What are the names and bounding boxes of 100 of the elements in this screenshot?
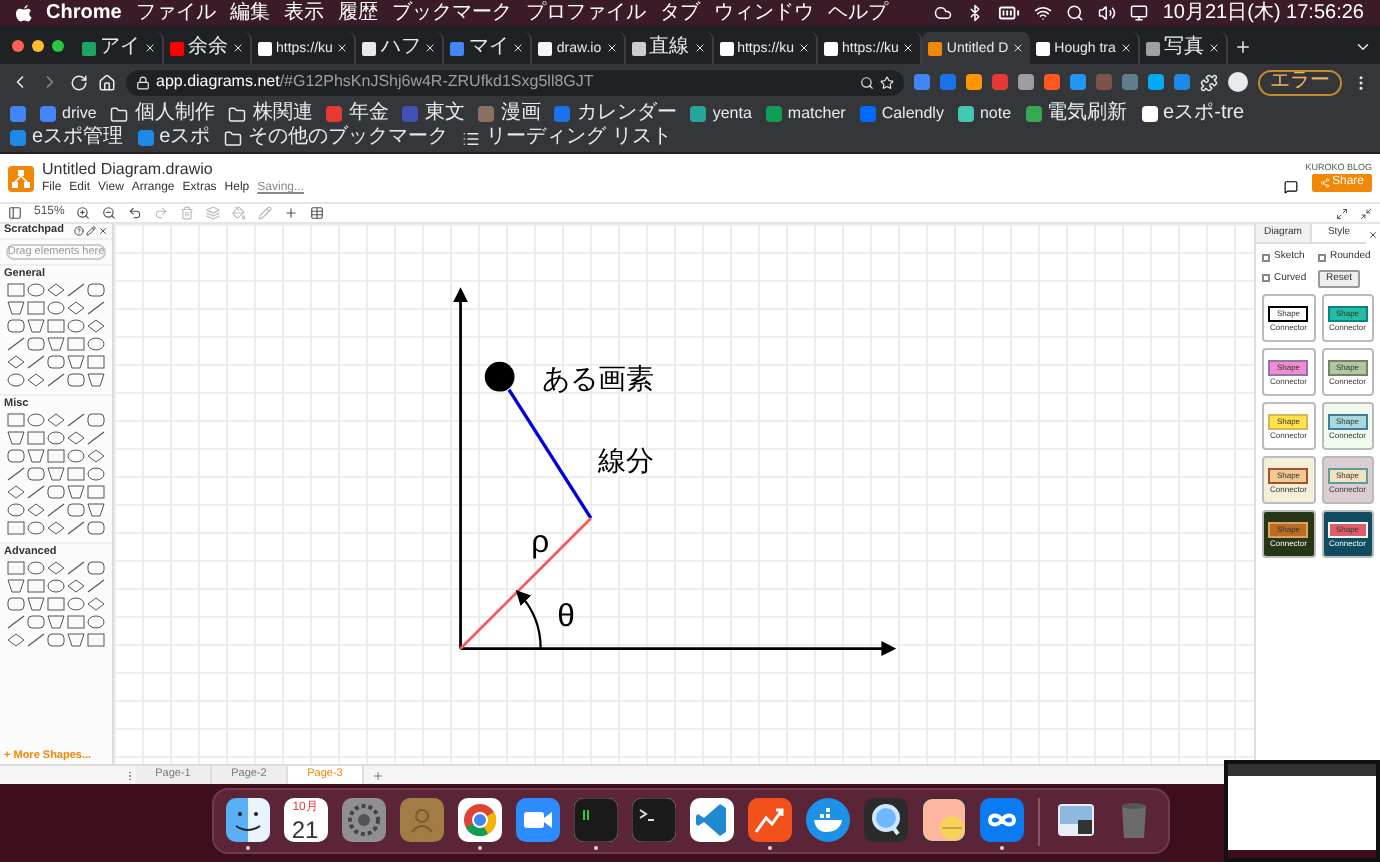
zoom-icon[interactable] [860, 75, 874, 89]
display-icon[interactable] [1130, 4, 1149, 22]
bookmark-item[interactable]: note [957, 102, 1012, 126]
avatar-icon[interactable] [1228, 72, 1248, 92]
zoom-out-icon[interactable] [102, 206, 117, 220]
bookmark-item[interactable]: eスポ-tre [1141, 102, 1245, 126]
magnifier-logo-icon[interactable] [863, 798, 907, 842]
bluetooth-icon[interactable] [966, 4, 985, 22]
rho-label[interactable]: ρ [531, 525, 550, 560]
undo-icon[interactable] [128, 206, 143, 220]
menu-item[interactable]: プロファイル [525, 3, 646, 23]
bookmark-item[interactable]: カレンダー [554, 102, 677, 126]
infinity-icon[interactable] [979, 798, 1023, 842]
tab-search-icon[interactable] [1354, 38, 1372, 56]
app-menu[interactable]: Chrome [46, 3, 122, 23]
screenshot-thumbnail[interactable] [1224, 760, 1380, 862]
zoom-window-button[interactable] [52, 39, 64, 51]
bookmark-item[interactable]: 個人制作 [110, 102, 215, 126]
zoom-in-icon[interactable] [76, 206, 91, 220]
search-icon[interactable] [1066, 4, 1085, 22]
reload-icon[interactable] [70, 73, 88, 91]
drawing-canvas[interactable]: ある画素 線分 ρ θ [114, 224, 1254, 764]
bookmark-item[interactable]: 電気刷新 [1025, 102, 1128, 126]
theta-label[interactable]: θ [557, 600, 575, 635]
checkbox-box[interactable] [1262, 253, 1270, 262]
menu-item[interactable]: 履歴 [337, 3, 378, 23]
comment-icon[interactable] [1283, 179, 1298, 193]
new-tab-icon[interactable] [1233, 38, 1252, 56]
battery-icon[interactable] [998, 2, 1021, 24]
favicon-icon [1036, 41, 1051, 55]
checkbox-box[interactable] [1318, 253, 1326, 262]
diagram-title[interactable]: Untitled Diagram.drawio [42, 162, 304, 178]
menu-item[interactable]: ファイル [135, 3, 216, 23]
profile-error-button[interactable]: エラー [1258, 69, 1342, 95]
menu-item[interactable]: 編集 [229, 3, 270, 23]
pixel-dot[interactable] [484, 361, 515, 392]
angle-arc[interactable] [515, 589, 542, 649]
bookmark-item[interactable]: その他のブックマーク [224, 126, 449, 150]
menu-item[interactable]: 表示 [283, 3, 324, 23]
menu-item[interactable]: タブ [659, 3, 700, 23]
menu-item[interactable]: ヘルプ [827, 3, 888, 23]
bookmark-item[interactable]: eスポ管理 [10, 126, 124, 150]
apple-icon[interactable] [16, 4, 32, 22]
gear-icon[interactable] [341, 798, 385, 842]
video-camera-icon[interactable] [515, 798, 559, 842]
drawio-logo-icon[interactable] [8, 165, 34, 191]
favicon-icon [554, 106, 571, 122]
bookmark-label: 年金 [348, 104, 389, 124]
bookmark-item[interactable]: 年金 [326, 102, 389, 126]
bookmark-item[interactable]: 漫画 [478, 102, 541, 126]
favicon-icon [538, 41, 553, 55]
ring-logo-icon[interactable] [457, 798, 501, 842]
calendar-day: 21 [291, 818, 319, 842]
sidebar-toggle-icon[interactable] [8, 206, 22, 220]
y-axis[interactable] [453, 287, 468, 649]
bookmark-label: matcher [787, 106, 846, 122]
whale-icon[interactable] [805, 798, 849, 842]
extensions-icon[interactable] [1200, 73, 1218, 91]
add-page-icon[interactable] [372, 769, 384, 781]
favicon-icon [258, 41, 272, 55]
bookmark-item[interactable]: Calendly [859, 102, 944, 126]
bookmark-item[interactable]: eスポ [137, 126, 211, 150]
collapse-icon[interactable] [1360, 207, 1372, 219]
face-icon[interactable] [225, 798, 269, 842]
bookmark-star-icon[interactable] [880, 75, 894, 89]
edit-icon[interactable] [86, 226, 96, 236]
terminal-icon[interactable] [573, 798, 617, 842]
bookmark-item[interactable]: matcher [765, 102, 846, 126]
menu-item[interactable]: ブックマーク [391, 3, 512, 23]
wifi-icon[interactable] [1034, 4, 1053, 22]
bookmark-item[interactable]: drive [40, 102, 97, 126]
help-icon[interactable] [74, 226, 84, 236]
person-card-icon[interactable] [399, 798, 443, 842]
bookmark-label: 個人制作 [134, 104, 215, 124]
table-icon[interactable] [310, 206, 325, 220]
bookmark-label: eスポ管理 [32, 128, 124, 148]
bookmark-item[interactable]: 株関連 [228, 102, 313, 126]
clock[interactable]: 10月21日(木) 17:56:26 [1162, 3, 1364, 23]
insert-icon[interactable] [284, 206, 299, 220]
pixel-label[interactable]: ある画素 [542, 361, 655, 394]
segment-label[interactable]: 線分 [598, 443, 655, 476]
menu-item[interactable]: ウィンドウ [713, 3, 814, 23]
rho-line[interactable] [459, 517, 592, 650]
line-color-icon[interactable] [258, 206, 273, 220]
cloud-icon[interactable] [934, 4, 953, 22]
pill-icon[interactable] [921, 798, 965, 842]
bookmark-item[interactable]: リーディング リスト [462, 126, 672, 150]
minimize-window-button[interactable] [32, 39, 44, 51]
x-axis[interactable] [460, 641, 897, 656]
bookmark-item[interactable]: yenta [690, 102, 752, 126]
bookmark-item[interactable]: 東文 [402, 102, 465, 126]
close-window-button[interactable] [12, 39, 24, 51]
terminal-icon[interactable] [631, 798, 675, 842]
address-field[interactable]: app.diagrams.net/#G12PhsKnJShj6w4R-ZRUfkd1Sxg5ll8GJT [126, 69, 904, 95]
volume-icon[interactable] [1098, 4, 1117, 22]
home-icon[interactable] [98, 73, 116, 91]
photo-stack-icon[interactable] [1053, 798, 1097, 842]
bookmark-label: リーディング リスト [486, 128, 672, 148]
code-editor-icon[interactable] [689, 798, 733, 842]
checkbox-box[interactable] [1262, 274, 1270, 283]
